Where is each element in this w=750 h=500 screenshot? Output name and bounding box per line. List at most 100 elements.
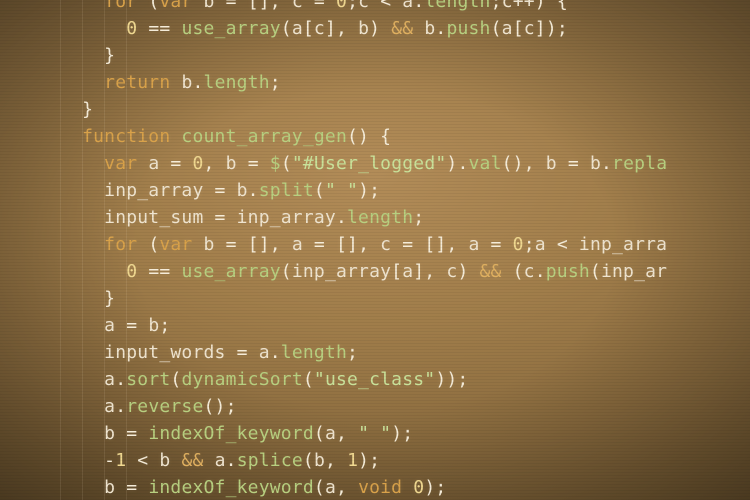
token-op: = bbox=[557, 153, 590, 174]
token-op: [ bbox=[513, 18, 524, 39]
token-num: 1 bbox=[347, 450, 358, 471]
token-fn: push bbox=[546, 261, 590, 282]
code-line[interactable]: b = indexOf_keyword(a, " "); bbox=[60, 420, 667, 447]
code-indent bbox=[60, 369, 104, 390]
token-op: = bbox=[115, 477, 148, 498]
code-indent bbox=[60, 99, 82, 120]
code-indent bbox=[60, 234, 104, 255]
code-line[interactable]: for (var b = [], a = [], c = [], a = 0;a… bbox=[60, 231, 667, 258]
token-op: ; bbox=[413, 207, 424, 228]
token-fn: sort bbox=[126, 369, 170, 390]
token-op: , bbox=[204, 153, 226, 174]
code-line[interactable]: input_sum = inp_array.length; bbox=[60, 204, 667, 231]
code-line[interactable]: input_words = a.length; bbox=[60, 339, 667, 366]
code-editor-content[interactable]: for (var b = [], c = 0;c < a.length;c++)… bbox=[60, 0, 667, 500]
token-id: b bbox=[148, 315, 159, 336]
token-fn: splice bbox=[237, 450, 303, 471]
token-op: . bbox=[435, 18, 446, 39]
code-line[interactable]: } bbox=[60, 42, 667, 69]
token-id: c bbox=[502, 0, 513, 12]
code-line[interactable]: function count_array_gen() { bbox=[60, 123, 667, 150]
token-fn: dynamicSort bbox=[181, 369, 302, 390]
code-indent bbox=[60, 477, 104, 498]
token-op: , bbox=[336, 423, 358, 444]
token-op bbox=[192, 0, 203, 12]
token-op: = [], bbox=[303, 234, 380, 255]
code-line[interactable]: a.sort(dynamicSort("use_class")); bbox=[60, 366, 667, 393]
token-fn: length bbox=[204, 72, 270, 93]
token-str: "#User_logged" bbox=[292, 153, 447, 174]
token-id: c bbox=[446, 261, 457, 282]
token-op: ; bbox=[524, 234, 535, 255]
code-indent bbox=[60, 126, 82, 147]
token-op: ); bbox=[358, 450, 380, 471]
code-line[interactable]: a.reverse(); bbox=[60, 393, 667, 420]
code-line[interactable]: a = b; bbox=[60, 312, 667, 339]
token-fn: length bbox=[281, 342, 347, 363]
code-line[interactable]: -1 < b && a.splice(b, 1); bbox=[60, 447, 667, 474]
token-id: c bbox=[380, 234, 391, 255]
token-op: ; bbox=[270, 72, 281, 93]
token-lg: && bbox=[480, 261, 502, 282]
token-id: a bbox=[535, 234, 546, 255]
token-fn: count_array_gen bbox=[181, 126, 347, 147]
token-id: c bbox=[524, 18, 535, 39]
token-id: a bbox=[402, 261, 413, 282]
code-indent bbox=[60, 261, 126, 282]
code-line[interactable]: return b.length; bbox=[60, 69, 667, 96]
token-id: inp_array bbox=[292, 261, 391, 282]
code-line[interactable]: 0 == use_array(inp_array[a], c) && (c.pu… bbox=[60, 258, 667, 285]
code-line[interactable]: inp_array = b.split(" "); bbox=[60, 177, 667, 204]
token-kw: return bbox=[104, 72, 170, 93]
token-kw: void bbox=[358, 477, 402, 498]
code-indent bbox=[60, 0, 104, 12]
token-num: 0 bbox=[413, 477, 424, 498]
token-kw: for bbox=[104, 0, 137, 12]
token-fn: length bbox=[347, 207, 413, 228]
token-op: ( bbox=[281, 261, 292, 282]
code-line[interactable]: for (var b = [], c = 0;c < a.length;c++)… bbox=[60, 0, 667, 15]
token-id: inp_arra bbox=[579, 234, 667, 255]
token-op: = bbox=[480, 234, 513, 255]
code-indent bbox=[60, 450, 104, 471]
token-op: ; bbox=[159, 315, 170, 336]
token-id: b bbox=[314, 450, 325, 471]
code-line[interactable]: b = indexOf_keyword(a, void 0); bbox=[60, 474, 667, 500]
token-op: } bbox=[104, 45, 115, 66]
token-op: ], bbox=[325, 18, 358, 39]
token-num: 0 bbox=[193, 153, 204, 174]
token-id: a bbox=[104, 315, 115, 336]
code-line[interactable]: } bbox=[60, 285, 667, 312]
token-op: == bbox=[137, 261, 181, 282]
token-id: a bbox=[104, 396, 115, 417]
code-indent bbox=[60, 45, 104, 66]
token-op: . bbox=[115, 369, 126, 390]
token-op: , bbox=[336, 477, 358, 498]
token-op: ]); bbox=[535, 18, 568, 39]
token-id: c bbox=[292, 0, 303, 12]
token-op: ( bbox=[137, 234, 159, 255]
code-indent bbox=[60, 423, 104, 444]
token-id: b bbox=[159, 450, 170, 471]
code-line[interactable]: 0 == use_array(a[c], b) && b.push(a[c]); bbox=[60, 15, 667, 42]
token-fn: use_array bbox=[181, 261, 280, 282]
token-str: "use_class" bbox=[314, 369, 435, 390]
token-op: = [], bbox=[391, 234, 468, 255]
token-kw: for bbox=[104, 234, 137, 255]
token-op bbox=[170, 450, 181, 471]
token-op: . bbox=[270, 342, 281, 363]
token-str: " " bbox=[325, 180, 358, 201]
token-id: inp_array bbox=[237, 207, 336, 228]
token-lg: && bbox=[181, 450, 203, 471]
token-op: , bbox=[325, 450, 347, 471]
token-op: ) bbox=[457, 261, 479, 282]
token-op: . bbox=[226, 450, 237, 471]
token-op: ( bbox=[303, 450, 314, 471]
token-op: . bbox=[115, 396, 126, 417]
token-op: ( bbox=[170, 369, 181, 390]
code-line[interactable]: var a = 0, b = $("#User_logged").val(), … bbox=[60, 150, 667, 177]
token-fn: $ bbox=[270, 153, 281, 174]
token-op: = bbox=[226, 342, 259, 363]
code-line[interactable]: } bbox=[60, 96, 667, 123]
token-id: a bbox=[402, 0, 413, 12]
